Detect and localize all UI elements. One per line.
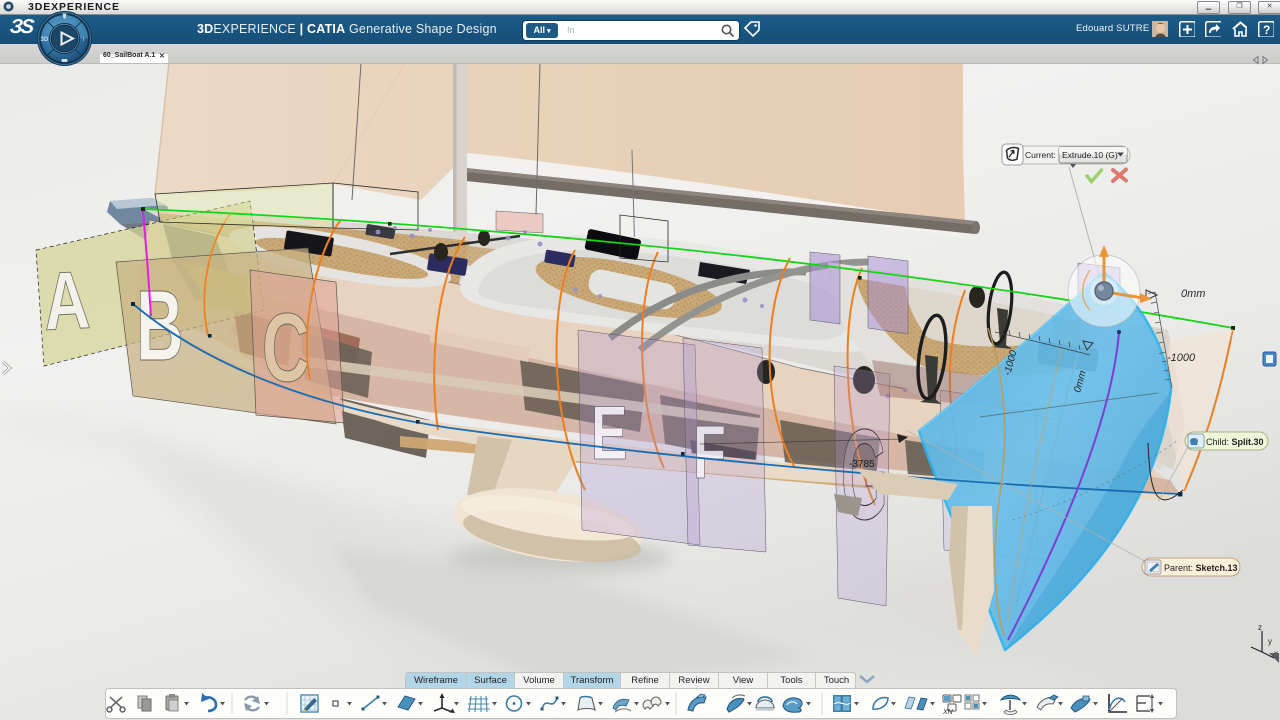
svg-text:Parent: Sketch.13: Parent: Sketch.13 <box>1164 563 1238 573</box>
svg-text:y: y <box>1268 637 1272 646</box>
svg-text:Extrude.10 (G): Extrude.10 (G) <box>1062 150 1118 160</box>
svg-text:E: E <box>591 391 628 476</box>
svg-text:XN: XN <box>942 709 954 716</box>
svg-text:-3785: -3785 <box>849 459 875 470</box>
svg-text:C: C <box>262 293 310 402</box>
svg-text:F: F <box>693 410 726 494</box>
svg-text:i: i <box>83 37 84 43</box>
svg-text:A: A <box>41 253 92 348</box>
svg-text:3D: 3D <box>41 37 49 43</box>
svg-text:z: z <box>1258 623 1262 632</box>
svg-text:Current:: Current: <box>1025 150 1056 160</box>
svg-text:?: ? <box>1263 23 1270 37</box>
svg-text:0mm: 0mm <box>1181 288 1205 300</box>
svg-text:-1000: -1000 <box>1167 352 1196 364</box>
svg-text:Child: Split.30: Child: Split.30 <box>1206 437 1264 447</box>
